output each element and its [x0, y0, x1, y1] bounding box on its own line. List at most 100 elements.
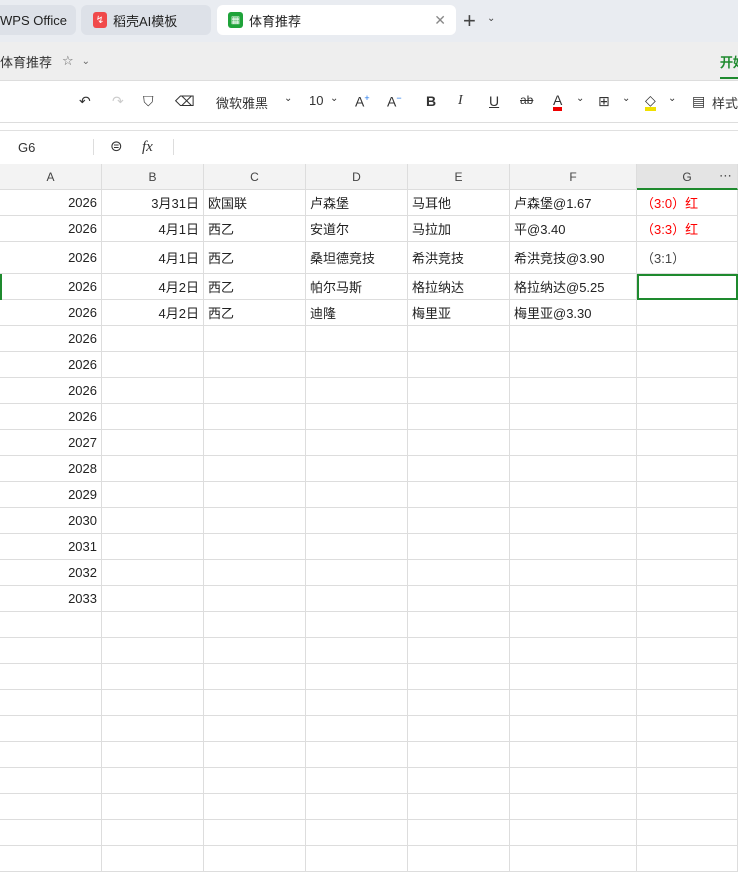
cell-g11[interactable]: [637, 456, 738, 482]
cell-b11[interactable]: [102, 456, 204, 482]
cell-c11[interactable]: [204, 456, 306, 482]
cell-f5[interactable]: 梅里亚@3.30: [510, 300, 637, 326]
cell-f2[interactable]: 平@3.40: [510, 216, 637, 242]
cell-g25[interactable]: [637, 820, 738, 846]
zoom-search-icon[interactable]: ⊜: [110, 137, 123, 155]
cell-b7[interactable]: [102, 352, 204, 378]
cell-d10[interactable]: [306, 430, 408, 456]
cell-e24[interactable]: [408, 794, 510, 820]
cell-g6[interactable]: [637, 326, 738, 352]
cell-b10[interactable]: [102, 430, 204, 456]
cell-g7[interactable]: [637, 352, 738, 378]
cell-c25[interactable]: [204, 820, 306, 846]
font-select[interactable]: 微软雅黑: [216, 93, 268, 112]
cell-e18[interactable]: [408, 638, 510, 664]
cell-g5[interactable]: [637, 300, 738, 326]
cell-b1[interactable]: 3月31日: [102, 190, 204, 216]
cell-g26[interactable]: [637, 846, 738, 872]
column-header-b[interactable]: B: [102, 164, 204, 190]
cell-f19[interactable]: [510, 664, 637, 690]
cell-e17[interactable]: [408, 612, 510, 638]
cell-b20[interactable]: [102, 690, 204, 716]
cell-g17[interactable]: [637, 612, 738, 638]
cell-f16[interactable]: [510, 586, 637, 612]
chevron-down-icon[interactable]: ⌄: [284, 93, 292, 104]
tab-docer-ai[interactable]: ↯ 稻壳AI模板: [81, 5, 211, 35]
ribbon-tab-home[interactable]: 开始: [720, 52, 738, 79]
eraser-icon[interactable]: ⌫: [175, 93, 195, 110]
cell-e21[interactable]: [408, 716, 510, 742]
cell-b12[interactable]: [102, 482, 204, 508]
tab-sports-recommend[interactable]: ▦ 体育推荐 ✕: [217, 5, 456, 35]
cell-d1[interactable]: 卢森堡: [306, 190, 408, 216]
cell-b14[interactable]: [102, 534, 204, 560]
cell-b22[interactable]: [102, 742, 204, 768]
cell-g2[interactable]: （3:3）红: [637, 216, 738, 242]
function-icon[interactable]: fx: [142, 139, 153, 156]
cell-b8[interactable]: [102, 378, 204, 404]
cell-e20[interactable]: [408, 690, 510, 716]
cell-c14[interactable]: [204, 534, 306, 560]
cell-e5[interactable]: 梅里亚: [408, 300, 510, 326]
cell-d9[interactable]: [306, 404, 408, 430]
cell-d3[interactable]: 桑坦德竞技: [306, 242, 408, 274]
cell-g13[interactable]: [637, 508, 738, 534]
cell-g20[interactable]: [637, 690, 738, 716]
chevron-down-icon[interactable]: ⌄: [82, 56, 90, 67]
underline-icon[interactable]: U: [489, 93, 499, 109]
cell-e22[interactable]: [408, 742, 510, 768]
cell-g3[interactable]: （3:1）: [637, 242, 738, 274]
cell-g9[interactable]: [637, 404, 738, 430]
cell-g8[interactable]: [637, 378, 738, 404]
cell-f6[interactable]: [510, 326, 637, 352]
cell-f20[interactable]: [510, 690, 637, 716]
cell-f13[interactable]: [510, 508, 637, 534]
cell-f22[interactable]: [510, 742, 637, 768]
cell-d7[interactable]: [306, 352, 408, 378]
cell-c19[interactable]: [204, 664, 306, 690]
cell-g21[interactable]: [637, 716, 738, 742]
cell-e8[interactable]: [408, 378, 510, 404]
cell-e4[interactable]: 格拉纳达: [408, 274, 510, 300]
cell-e1[interactable]: 马耳他: [408, 190, 510, 216]
cell-d24[interactable]: [306, 794, 408, 820]
cell-e16[interactable]: [408, 586, 510, 612]
cell-g1[interactable]: （3:0）红: [637, 190, 738, 216]
cell-f7[interactable]: [510, 352, 637, 378]
column-header-f[interactable]: F: [510, 164, 637, 190]
cell-e25[interactable]: [408, 820, 510, 846]
cell-e3[interactable]: 希洪竞技: [408, 242, 510, 274]
cell-a15[interactable]: 2032: [0, 560, 102, 586]
cell-f4[interactable]: 格拉纳达@5.25: [510, 274, 637, 300]
cell-b18[interactable]: [102, 638, 204, 664]
strikethrough-icon[interactable]: ab: [520, 93, 533, 107]
cell-b21[interactable]: [102, 716, 204, 742]
cell-c23[interactable]: [204, 768, 306, 794]
cell-b26[interactable]: [102, 846, 204, 872]
chevron-down-icon[interactable]: ⌄: [622, 93, 630, 104]
cell-a1[interactable]: 2026: [0, 190, 102, 216]
cell-f24[interactable]: [510, 794, 637, 820]
increase-font-icon[interactable]: A+: [355, 93, 370, 110]
cell-a8[interactable]: 2026: [0, 378, 102, 404]
cell-a17[interactable]: [0, 612, 102, 638]
cell-d26[interactable]: [306, 846, 408, 872]
cell-a22[interactable]: [0, 742, 102, 768]
chevron-down-icon[interactable]: ⌄: [668, 93, 676, 104]
cell-f25[interactable]: [510, 820, 637, 846]
cell-a25[interactable]: [0, 820, 102, 846]
cell-g10[interactable]: [637, 430, 738, 456]
cell-d12[interactable]: [306, 482, 408, 508]
cell-e13[interactable]: [408, 508, 510, 534]
tab-wps-office[interactable]: WPS Office: [0, 5, 76, 35]
cell-a3[interactable]: 2026: [0, 242, 102, 274]
cell-b15[interactable]: [102, 560, 204, 586]
cell-c15[interactable]: [204, 560, 306, 586]
cell-c2[interactable]: 西乙: [204, 216, 306, 242]
cell-b9[interactable]: [102, 404, 204, 430]
cell-f18[interactable]: [510, 638, 637, 664]
cell-a10[interactable]: 2027: [0, 430, 102, 456]
cell-b25[interactable]: [102, 820, 204, 846]
cell-c10[interactable]: [204, 430, 306, 456]
cell-g16[interactable]: [637, 586, 738, 612]
